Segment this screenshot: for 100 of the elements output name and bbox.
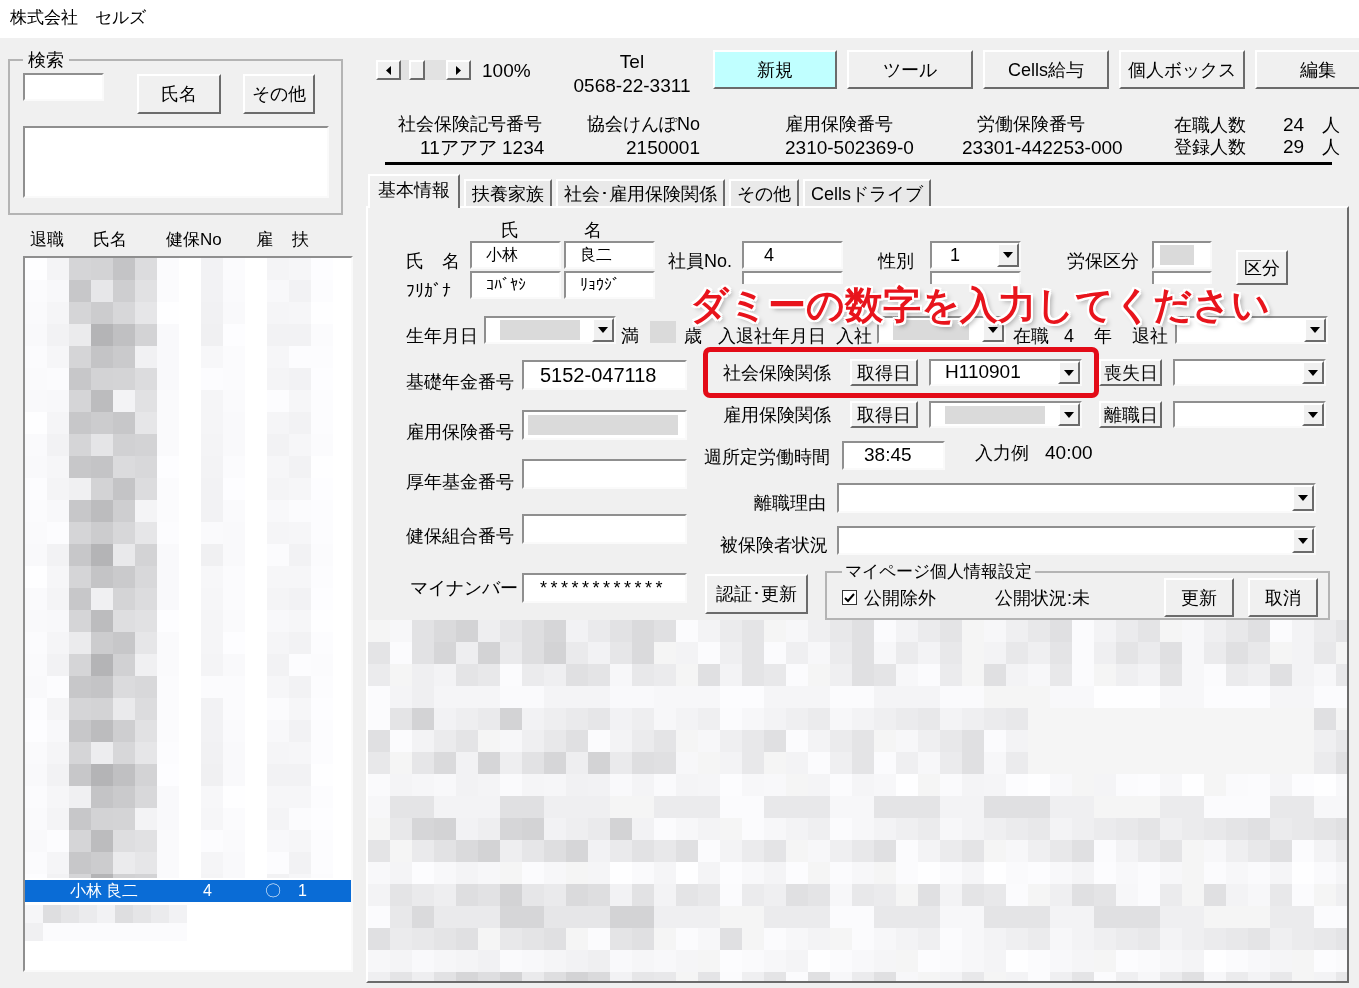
field-label: 性別: [878, 250, 914, 272]
toolbar-button[interactable]: Cells給与: [983, 50, 1109, 89]
field-label: 在職: [1013, 325, 1049, 347]
input-field[interactable]: ｺﾊﾞﾔｼ: [470, 271, 561, 299]
dropdown-field[interactable]: H110901: [929, 359, 1082, 386]
tab[interactable]: Cellsドライブ: [803, 179, 931, 206]
input-field[interactable]: 38:45: [842, 441, 945, 470]
field-label: 離職理由: [754, 492, 826, 514]
toolbar-button[interactable]: ツール: [847, 50, 973, 89]
mypage-settings-title: マイページ個人情報設定: [844, 563, 1033, 581]
info-value: 2310-502369-0: [785, 138, 914, 158]
zoom-value: 100%: [482, 60, 531, 82]
dropdown-field[interactable]: [837, 526, 1316, 555]
input-field[interactable]: 4: [742, 241, 843, 269]
date-button[interactable]: 取得日: [850, 359, 918, 386]
input-field[interactable]: ************: [522, 573, 687, 603]
field-label: 40:00: [1045, 442, 1093, 464]
input-field[interactable]: [1152, 271, 1212, 284]
input-field[interactable]: [522, 514, 687, 544]
dropdown-field[interactable]: [484, 316, 616, 344]
class-button[interactable]: 区分: [1236, 250, 1288, 285]
dropdown-field[interactable]: 1: [930, 241, 1021, 269]
dropdown-button[interactable]: [1058, 403, 1080, 426]
toolbar-button[interactable]: 編集: [1255, 50, 1359, 89]
info-value: 29: [1283, 136, 1305, 158]
info-label: 在職人数: [1174, 114, 1246, 136]
date-button[interactable]: 喪失日: [1099, 359, 1162, 386]
field-label: 4: [1064, 325, 1074, 347]
column-header: 氏: [501, 220, 519, 240]
dropdown-button[interactable]: [1304, 318, 1326, 342]
search-button[interactable]: その他: [243, 74, 315, 114]
input-field[interactable]: [742, 271, 843, 284]
dropdown-button[interactable]: [1292, 485, 1314, 511]
tab[interactable]: その他: [729, 179, 799, 206]
date-button[interactable]: 取得日: [850, 401, 918, 428]
date-button[interactable]: 離職日: [1099, 401, 1162, 428]
caret-down-icon: [1310, 327, 1320, 333]
dropdown-button[interactable]: [1302, 361, 1324, 384]
mypage-button[interactable]: 取消: [1248, 578, 1318, 617]
field-label: 公開状況:未: [995, 586, 1090, 609]
caret-down-icon: [1064, 411, 1074, 418]
toolbar-button[interactable]: 新規: [713, 50, 837, 89]
input-field[interactable]: [522, 410, 687, 440]
info-label: 雇用保険番号: [785, 114, 893, 134]
field-label: 年: [1094, 325, 1112, 347]
input-field[interactable]: 5152-047118: [522, 360, 687, 390]
dropdown-button[interactable]: [997, 243, 1019, 267]
field-label: 健保組合番号: [406, 525, 514, 547]
info-value: 23301-442253-000: [962, 138, 1123, 158]
results-list-field[interactable]: [23, 126, 329, 198]
column-header: 名: [584, 220, 602, 240]
caret-down-icon: [1064, 369, 1074, 376]
info-value: 2150001: [626, 138, 700, 158]
scroll-left-button[interactable]: [376, 60, 401, 80]
scroll-right-button[interactable]: [446, 60, 471, 80]
field-label: 社会保険関係: [723, 361, 831, 384]
search-field[interactable]: [23, 73, 104, 101]
dropdown-button[interactable]: [592, 318, 614, 342]
column-header: 雇: [256, 230, 273, 250]
list-cell: 小林 良二: [70, 881, 139, 901]
input-field[interactable]: [930, 271, 1021, 284]
mypage-button[interactable]: 更新: [1164, 578, 1234, 617]
input-field[interactable]: [1152, 241, 1212, 269]
scrollbar-thumb[interactable]: [409, 60, 425, 80]
unit-label: 人: [1322, 114, 1340, 136]
column-header: 退職: [30, 230, 64, 250]
dropdown-button[interactable]: [1302, 403, 1324, 426]
left-arrow-icon: [386, 65, 391, 75]
field-label: 生年月日: [406, 325, 478, 347]
phone-label: Tel: [619, 50, 645, 74]
dropdown-field[interactable]: [1173, 401, 1326, 428]
field-label: 氏 名: [406, 250, 460, 272]
input-field[interactable]: 良二: [564, 241, 655, 269]
field-label: 週所定労働時間: [704, 446, 830, 468]
dropdown-field[interactable]: [837, 483, 1316, 513]
list-cell: 〇: [265, 881, 281, 901]
field-label: マイナンバー: [410, 577, 518, 599]
info-value: 24: [1283, 114, 1305, 136]
tab[interactable]: 基本情報: [368, 174, 460, 208]
checkbox[interactable]: [842, 590, 857, 605]
toolbar-button[interactable]: 個人ボックス: [1119, 50, 1245, 89]
dropdown-button[interactable]: [1058, 361, 1080, 384]
list-row[interactable]: 小林 良二 4 〇 1: [25, 880, 351, 902]
search-button[interactable]: 氏名: [137, 74, 221, 114]
caret-down-icon: [1298, 537, 1308, 544]
caret-down-icon: [598, 327, 608, 333]
tab[interactable]: 扶養家族: [464, 179, 552, 206]
column-header: 健保No: [166, 230, 222, 250]
input-field[interactable]: [522, 459, 687, 489]
field-label: 公開除外: [864, 586, 936, 609]
right-arrow-icon: [456, 65, 461, 75]
auth-update-button[interactable]: 認証･更新: [705, 574, 808, 614]
dropdown-field[interactable]: [1173, 359, 1326, 386]
info-label: 協会けんぽNo: [587, 114, 700, 134]
dropdown-button[interactable]: [1292, 528, 1314, 553]
tab[interactable]: 社会･雇用保険関係: [556, 179, 725, 206]
check-icon: [844, 592, 855, 603]
input-field[interactable]: 小林: [470, 241, 561, 269]
dropdown-field[interactable]: [929, 401, 1082, 428]
input-field[interactable]: ﾘｮｳｼﾞ: [564, 271, 655, 299]
